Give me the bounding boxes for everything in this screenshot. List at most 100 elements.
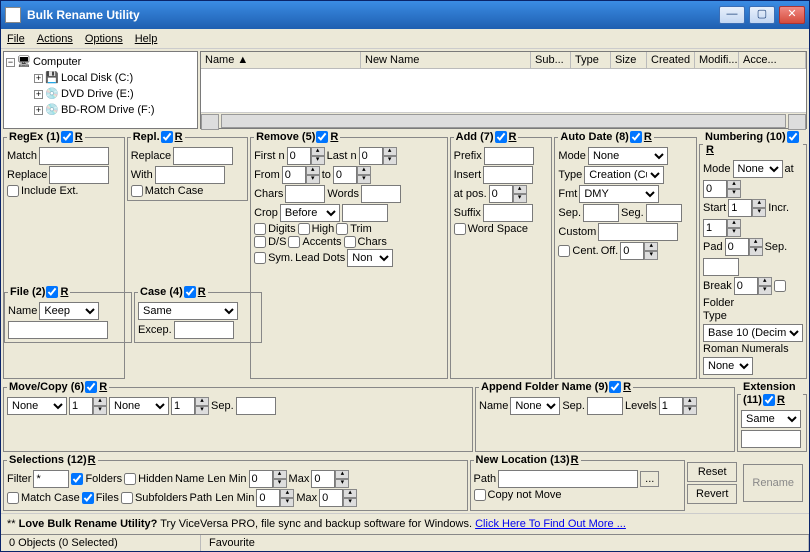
minimize-button[interactable]: — <box>719 6 745 24</box>
appendfolder-name[interactable]: None <box>510 397 560 415</box>
extension-select[interactable]: Same <box>741 410 801 428</box>
remove-leaddots[interactable]: Non <box>347 249 393 267</box>
selections-folders[interactable] <box>71 473 83 485</box>
col-modified[interactable]: Modifi... <box>695 52 739 68</box>
remove-firstn[interactable] <box>287 147 311 165</box>
repl-enable[interactable] <box>161 131 173 143</box>
revert-button[interactable]: Revert <box>687 484 737 504</box>
expand-icon[interactable]: + <box>34 90 43 99</box>
remove-to[interactable] <box>333 166 357 184</box>
menu-actions[interactable]: Actions <box>37 33 73 45</box>
selections-namelenmin[interactable] <box>249 470 273 488</box>
expand-icon[interactable]: − <box>6 58 15 67</box>
numbering-mode[interactable]: None <box>733 160 783 178</box>
col-newname[interactable]: New Name <box>361 52 531 68</box>
newlocation-reset[interactable]: R <box>571 454 579 466</box>
repl-reset[interactable]: R <box>175 131 183 143</box>
movecopy-reset[interactable]: R <box>99 381 107 393</box>
appendfolder-levels[interactable] <box>659 397 683 415</box>
movecopy-n1[interactable] <box>69 397 93 415</box>
tree-item[interactable]: DVD Drive (E:) <box>61 88 134 100</box>
col-sub[interactable]: Sub... <box>531 52 571 68</box>
numbering-type[interactable]: Base 10 (Decimal) <box>703 324 803 342</box>
maximize-button[interactable]: ▢ <box>749 6 775 24</box>
regex-match-input[interactable] <box>39 147 109 165</box>
movecopy-part2[interactable]: None <box>109 397 169 415</box>
regex-reset[interactable]: R <box>75 131 83 143</box>
selections-pathlenmin[interactable] <box>256 489 280 507</box>
movecopy-enable[interactable] <box>85 381 97 393</box>
autodate-sep[interactable] <box>583 204 619 222</box>
rename-button[interactable]: Rename <box>743 464 803 502</box>
repl-with-input[interactable] <box>155 166 225 184</box>
autodate-cent[interactable] <box>558 245 570 257</box>
remove-high[interactable] <box>298 223 310 235</box>
autodate-custom[interactable] <box>598 223 678 241</box>
col-accessed[interactable]: Acce... <box>739 52 806 68</box>
selections-subfolders[interactable] <box>121 492 133 504</box>
add-wordspace[interactable] <box>454 223 466 235</box>
numbering-incr[interactable] <box>703 219 727 237</box>
numbering-enable[interactable] <box>787 131 799 143</box>
remove-sym[interactable] <box>254 252 266 264</box>
autodate-enable[interactable] <box>630 131 642 143</box>
remove-words[interactable] <box>361 185 401 203</box>
selections-namelenmax[interactable] <box>311 470 335 488</box>
add-enable[interactable] <box>495 131 507 143</box>
remove-lastn[interactable] <box>359 147 383 165</box>
numbering-sep[interactable] <box>703 258 739 276</box>
extension-enable[interactable] <box>763 394 775 406</box>
numbering-start[interactable] <box>728 199 752 217</box>
menu-help[interactable]: Help <box>135 33 158 45</box>
remove-crop[interactable]: Before <box>280 204 340 222</box>
browse-button[interactable]: ... <box>640 471 659 487</box>
col-name[interactable]: Name ▲ <box>201 52 361 68</box>
extension-reset[interactable]: R <box>777 394 785 406</box>
extension-custom[interactable] <box>741 430 801 448</box>
file-enable[interactable] <box>46 286 58 298</box>
add-suffix[interactable] <box>483 204 533 222</box>
selections-reset[interactable]: R <box>88 454 96 466</box>
autodate-reset[interactable]: R <box>644 131 652 143</box>
autodate-seg[interactable] <box>646 204 682 222</box>
tree-item[interactable]: BD-ROM Drive (F:) <box>61 104 155 116</box>
file-list[interactable]: Name ▲ New Name Sub... Type Size Created… <box>200 51 807 129</box>
horizontal-scrollbar[interactable] <box>201 112 806 128</box>
appendfolder-sep[interactable] <box>587 397 623 415</box>
close-button[interactable]: ✕ <box>779 6 805 24</box>
expand-icon[interactable]: + <box>34 106 43 115</box>
list-body[interactable] <box>201 69 806 112</box>
newlocation-copynotmove[interactable] <box>474 489 486 501</box>
selections-pathlenmax[interactable] <box>319 489 343 507</box>
numbering-at[interactable] <box>703 180 727 198</box>
remove-trim[interactable] <box>336 223 348 235</box>
case-reset[interactable]: R <box>198 286 206 298</box>
col-created[interactable]: Created <box>647 52 695 68</box>
repl-matchcase[interactable] <box>131 185 143 197</box>
add-pos[interactable] <box>489 185 513 203</box>
footer-link[interactable]: Click Here To Find Out More ... <box>475 518 626 530</box>
autodate-fmt[interactable]: DMY <box>579 185 659 203</box>
add-prefix[interactable] <box>484 147 534 165</box>
reset-button[interactable]: Reset <box>687 462 737 482</box>
remove-enable[interactable] <box>316 131 328 143</box>
selections-matchcase[interactable] <box>7 492 19 504</box>
spin-down[interactable]: ▾ <box>311 156 325 165</box>
add-reset[interactable]: R <box>509 131 517 143</box>
tree-root[interactable]: Computer <box>33 56 81 68</box>
newlocation-path[interactable] <box>498 470 638 488</box>
appendfolder-reset[interactable]: R <box>623 381 631 393</box>
case-select[interactable]: Same <box>138 302 238 320</box>
autodate-type[interactable]: Creation (Cur <box>584 166 664 184</box>
movecopy-n2[interactable] <box>171 397 195 415</box>
case-excep[interactable] <box>174 321 234 339</box>
regex-enable[interactable] <box>61 131 73 143</box>
numbering-pad[interactable] <box>725 238 749 256</box>
case-enable[interactable] <box>184 286 196 298</box>
spin-up[interactable]: ▴ <box>311 147 325 156</box>
repl-replace-input[interactable] <box>173 147 233 165</box>
remove-reset[interactable]: R <box>330 131 338 143</box>
numbering-folder[interactable] <box>774 280 786 292</box>
col-size[interactable]: Size <box>611 52 647 68</box>
expand-icon[interactable]: + <box>34 74 43 83</box>
